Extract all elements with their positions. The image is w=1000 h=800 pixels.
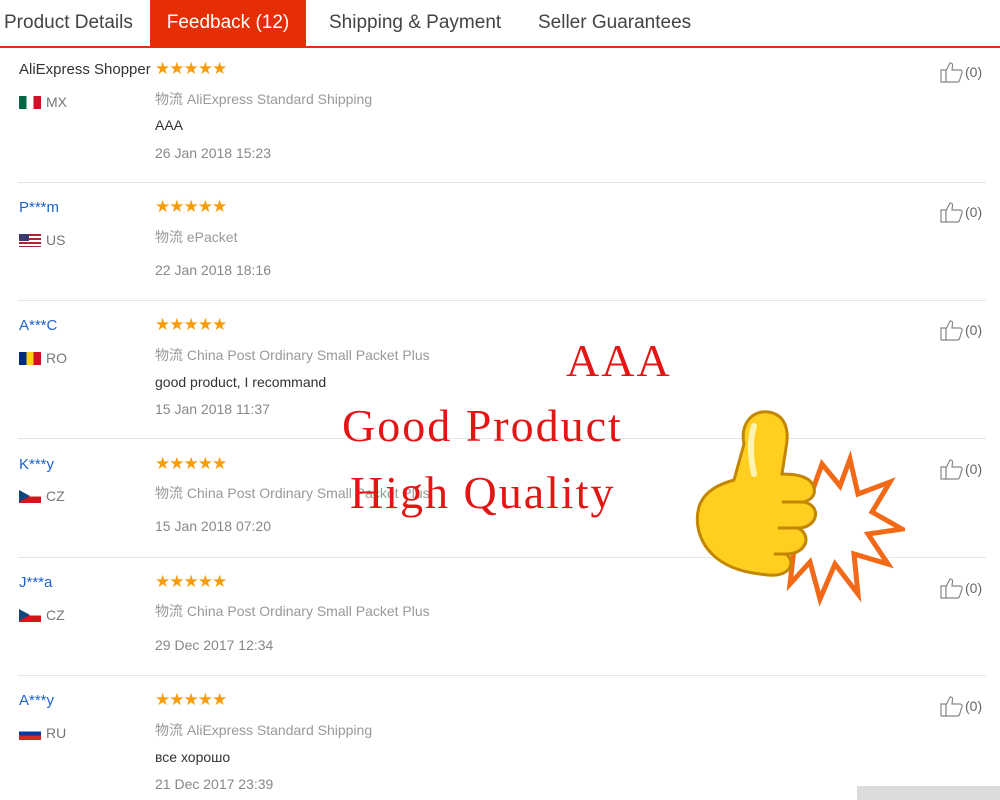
feedback-username[interactable]: A***C	[19, 317, 57, 334]
rating-stars: ★★★★★	[155, 197, 227, 216]
thumbs-up-icon	[940, 459, 963, 480]
feedback-country: US	[19, 232, 65, 248]
feedback-date: 21 Dec 2017 23:39	[155, 776, 274, 792]
country-code: CZ	[46, 488, 65, 504]
czech-flag-icon	[19, 489, 41, 503]
country-code: MX	[46, 94, 67, 110]
feedback-country: RO	[19, 350, 67, 366]
rating-stars: ★★★★★	[155, 572, 227, 591]
feedback-country: CZ	[19, 488, 65, 504]
thumbs-up-burst-icon	[695, 410, 905, 607]
rating-stars: ★★★★★	[155, 315, 227, 334]
tab-product-details[interactable]: Product Details	[4, 0, 133, 46]
helpful-button[interactable]: (0)	[940, 61, 982, 83]
feedback-username[interactable]: J***a	[19, 574, 52, 591]
helpful-button[interactable]: (0)	[940, 319, 982, 341]
shipping-method: 物流 AliExpress Standard Shipping	[155, 722, 373, 738]
feedback-date: 15 Jan 2018 11:37	[155, 401, 270, 417]
helpful-count: (0)	[965, 322, 983, 338]
feedback-date: 29 Dec 2017 12:34	[155, 637, 274, 653]
tab-shipping-payment[interactable]: Shipping & Payment	[329, 0, 501, 46]
rating-stars: ★★★★★	[155, 454, 227, 473]
feedback-username[interactable]: P***m	[19, 199, 59, 216]
helpful-count: (0)	[965, 698, 983, 714]
thumb-highlight	[748, 423, 757, 477]
feedback-comment: AAA	[155, 117, 184, 133]
tab-bar: Product Details Feedback (12) Shipping &…	[0, 0, 1000, 48]
promo-line-good-product: Good Product	[342, 400, 623, 451]
thumbs-up-icon	[940, 202, 963, 223]
country-code: RU	[46, 725, 67, 741]
promo-line-high-quality: High Quality	[350, 467, 616, 518]
tab-feedback[interactable]: Feedback (12)	[150, 0, 306, 48]
feedback-username[interactable]: K***y	[19, 456, 54, 473]
scrollbar-thumb[interactable]	[857, 786, 1000, 800]
helpful-count: (0)	[965, 461, 983, 477]
feedback-country: CZ	[19, 607, 65, 623]
rating-stars: ★★★★★	[155, 690, 227, 709]
shipping-method: 物流 AliExpress Standard Shipping	[155, 91, 373, 107]
thumbs-up-icon	[940, 62, 963, 83]
shipping-method: 物流 China Post Ordinary Small Packet Plus	[155, 347, 430, 363]
row-divider	[18, 182, 986, 183]
feedback-country: RU	[19, 725, 66, 741]
helpful-button[interactable]: (0)	[940, 458, 982, 480]
thumbs-up-icon	[940, 696, 963, 717]
shipping-method: 物流 China Post Ordinary Small Packet Plus	[155, 603, 430, 619]
thumbs-up-icon	[940, 578, 963, 599]
feedback-comment: good product, I recommand	[155, 374, 327, 390]
us-flag-icon	[19, 233, 41, 247]
promo-line-aaa: AAA	[566, 335, 672, 386]
helpful-button[interactable]: (0)	[940, 577, 982, 599]
feedback-country: MX	[19, 94, 67, 110]
thumb-shape	[695, 410, 818, 577]
russia-flag-icon	[19, 726, 41, 740]
tab-seller-guarantees[interactable]: Seller Guarantees	[538, 0, 691, 46]
country-code: US	[46, 232, 66, 248]
feedback-date: 15 Jan 2018 07:20	[155, 518, 271, 534]
shipping-method: 物流 ePacket	[155, 229, 238, 245]
feedback-username[interactable]: A***y	[19, 692, 54, 709]
country-code: RO	[46, 350, 67, 366]
helpful-count: (0)	[965, 204, 983, 220]
row-divider	[18, 675, 986, 676]
rating-stars: ★★★★★	[155, 59, 227, 78]
romania-flag-icon	[19, 351, 41, 365]
thumbs-up-icon	[940, 320, 963, 341]
feedback-username: AliExpress Shopper	[19, 61, 151, 78]
helpful-count: (0)	[965, 580, 983, 596]
feedback-date: 22 Jan 2018 18:16	[155, 262, 271, 278]
czech-flag-icon	[19, 608, 41, 622]
row-divider	[18, 300, 986, 301]
feedback-comment: все хорошо	[155, 749, 231, 765]
country-code: CZ	[46, 607, 65, 623]
helpful-count: (0)	[965, 64, 983, 80]
mexico-flag-icon	[19, 95, 41, 109]
helpful-button[interactable]: (0)	[940, 695, 982, 717]
feedback-date: 26 Jan 2018 15:23	[155, 145, 271, 161]
helpful-button[interactable]: (0)	[940, 201, 982, 223]
